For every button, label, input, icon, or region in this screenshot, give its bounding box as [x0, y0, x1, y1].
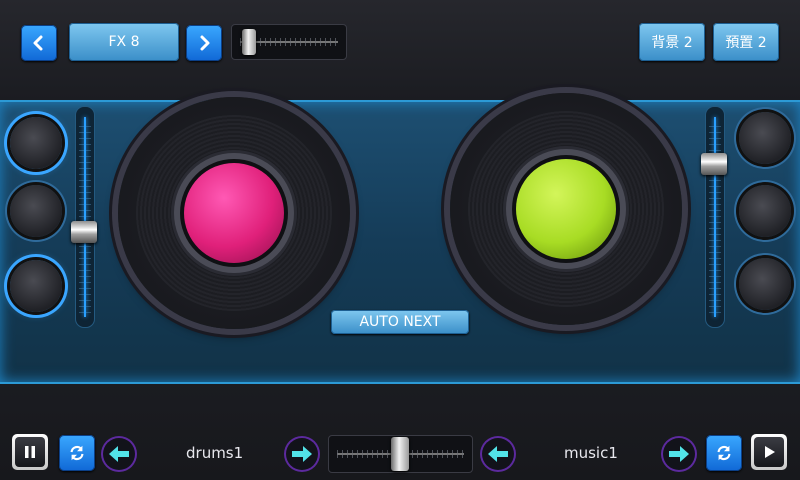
left-pad-1[interactable] [10, 117, 62, 169]
arrow-right-icon [669, 446, 689, 462]
next-fx-button[interactable] [186, 25, 222, 61]
right-next-track-button[interactable] [663, 438, 695, 470]
left-pad-3[interactable] [10, 260, 62, 312]
right-pad-3[interactable] [739, 258, 791, 310]
left-pad-2[interactable] [10, 185, 62, 237]
right-sync-button[interactable] [706, 435, 742, 471]
left-platter-button[interactable] [184, 163, 284, 263]
right-volume-slider[interactable] [701, 106, 727, 328]
preset-button[interactable]: 預置 2 [713, 23, 779, 61]
fx-label: FX 8 [108, 34, 140, 50]
background-button[interactable]: 背景 2 [639, 23, 705, 61]
left-volume-thumb[interactable] [71, 221, 97, 243]
chevron-right-icon [200, 35, 210, 51]
play-button[interactable] [751, 434, 787, 470]
left-track-name: drums1 [186, 444, 244, 462]
arrow-right-icon [292, 446, 312, 462]
left-next-track-button[interactable] [286, 438, 318, 470]
left-prev-track-button[interactable] [103, 438, 135, 470]
deck-panel [0, 100, 800, 384]
auto-next-label: AUTO NEXT [359, 314, 441, 330]
pause-button[interactable] [12, 434, 48, 470]
right-volume-thumb[interactable] [701, 153, 727, 175]
crossfader[interactable] [328, 435, 473, 473]
preset-label: 預置 2 [725, 35, 767, 51]
left-sync-button[interactable] [59, 435, 95, 471]
chevron-left-icon [33, 35, 43, 51]
left-volume-slider[interactable] [71, 106, 97, 328]
fx-slider[interactable] [231, 24, 347, 60]
play-icon [765, 446, 775, 458]
sync-icon [70, 445, 84, 461]
arrow-left-icon [109, 446, 129, 462]
right-prev-track-button[interactable] [482, 438, 514, 470]
pause-button-face [15, 437, 45, 467]
background-label: 背景 2 [651, 35, 693, 51]
arrow-left-icon [488, 446, 508, 462]
play-button-face [754, 437, 784, 467]
pause-icon [25, 446, 35, 458]
right-pad-2[interactable] [739, 185, 791, 237]
right-track-name: music1 [564, 444, 618, 462]
fx-selector[interactable]: FX 8 [69, 23, 179, 61]
fx-slider-thumb[interactable] [242, 29, 256, 55]
left-turntable[interactable] [118, 97, 350, 329]
auto-next-button[interactable]: AUTO NEXT [331, 310, 469, 334]
right-pad-1[interactable] [739, 112, 791, 164]
previous-fx-button[interactable] [21, 25, 57, 61]
sync-icon [717, 445, 731, 461]
right-turntable[interactable] [450, 93, 682, 325]
right-platter-button[interactable] [516, 159, 616, 259]
left-volume-track [84, 117, 86, 317]
right-volume-track [714, 117, 716, 317]
crossfader-thumb[interactable] [391, 437, 409, 471]
